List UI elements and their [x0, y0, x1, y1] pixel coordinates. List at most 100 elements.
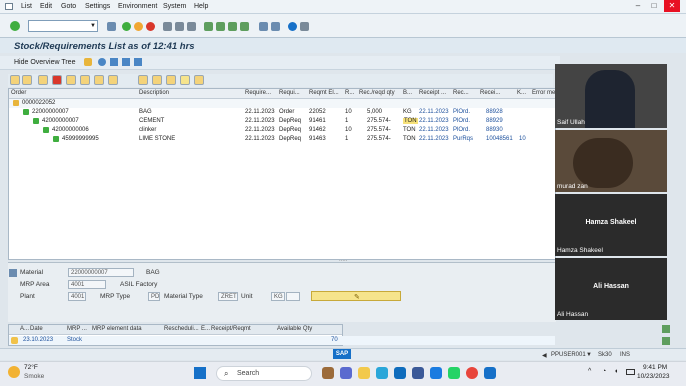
scroll-down-icon[interactable] — [662, 337, 670, 345]
maximize-icon[interactable]: □ — [646, 0, 662, 12]
last-page-icon[interactable] — [240, 22, 249, 31]
bcol-date[interactable]: Date — [30, 326, 43, 332]
find-icon[interactable] — [175, 22, 184, 31]
filter-tree-icon[interactable] — [80, 75, 90, 85]
col-rec[interactable]: Rec... — [453, 90, 469, 96]
whatsapp-icon[interactable] — [448, 367, 460, 379]
file-explorer-icon[interactable] — [358, 367, 370, 379]
material-type-field[interactable]: ZRET — [218, 292, 238, 301]
col-requirement-date[interactable]: Require... — [245, 90, 271, 96]
mrp-area-field[interactable]: 4001 — [68, 280, 106, 289]
tree-node-icon[interactable] — [13, 100, 19, 106]
filter-icon[interactable] — [110, 58, 118, 66]
col-unit[interactable]: B... — [403, 90, 412, 96]
bottom-table-row[interactable]: 23.10.2023 Stock 70 — [9, 336, 555, 345]
edit-button[interactable]: ✎ — [311, 291, 401, 301]
hide-overview-tree-button[interactable]: Hide Overview Tree — [14, 59, 75, 66]
chrome-icon[interactable] — [466, 367, 478, 379]
first-page-icon[interactable] — [204, 22, 213, 31]
scroll-right-icon[interactable] — [662, 325, 670, 333]
volume-icon[interactable]: ◖ — [614, 368, 618, 375]
col-qty[interactable]: Rec./reqd qty — [359, 90, 395, 96]
cancel-icon[interactable] — [146, 22, 155, 31]
task-view-icon[interactable] — [322, 367, 334, 379]
prev-page-icon[interactable] — [216, 22, 225, 31]
bcol-rescheduling[interactable]: Rescheduli... — [164, 326, 199, 332]
exit-icon[interactable] — [134, 22, 143, 31]
meet-icon[interactable] — [340, 367, 352, 379]
sort-icon[interactable] — [66, 75, 76, 85]
windows-start-icon[interactable] — [194, 367, 206, 379]
col-k[interactable]: K... — [517, 90, 526, 96]
layout-icon[interactable] — [300, 22, 309, 31]
battery-icon[interactable] — [626, 369, 635, 375]
outlook-icon[interactable] — [394, 367, 406, 379]
order-report-icon[interactable] — [38, 75, 48, 85]
clock-date[interactable]: 10/23/2023 — [637, 373, 670, 380]
save-icon[interactable] — [107, 22, 116, 31]
status-dropdown-icon[interactable]: ▼ — [586, 352, 592, 358]
print-tree-icon[interactable] — [138, 75, 148, 85]
table-row[interactable]: 45999999995 LIME STONE 22.11.2023 DepReq 914… — [9, 135, 555, 144]
table-row[interactable]: 0000022052 — [9, 99, 555, 108]
expand-icon[interactable] — [10, 75, 20, 85]
store-icon[interactable] — [412, 367, 424, 379]
status-arrow-icon[interactable]: ◀ — [542, 352, 547, 359]
shortcut-icon[interactable] — [271, 22, 280, 31]
bcol-available-qty[interactable]: Available Qty — [277, 326, 312, 332]
weather-icon[interactable] — [8, 366, 20, 378]
help-icon[interactable] — [288, 22, 297, 31]
unit-field[interactable]: KG — [271, 292, 285, 301]
summary-icon[interactable] — [94, 75, 104, 85]
sap-logon-icon[interactable] — [484, 367, 496, 379]
clock-time[interactable]: 9:41 PM — [643, 364, 667, 371]
back-icon[interactable] — [122, 22, 131, 31]
col-requirement-type[interactable]: Requi... — [279, 90, 300, 96]
menu-environment[interactable]: Environment — [118, 3, 157, 10]
table-row[interactable]: 42000000006 clinker 22.11.2023 DepReq 91462 1… — [9, 126, 555, 135]
menu-system[interactable]: System — [163, 3, 186, 10]
dropdown-icon[interactable]: ▼ — [90, 23, 96, 29]
detail-icon[interactable] — [108, 75, 118, 85]
tree-node-icon[interactable] — [53, 136, 59, 142]
col-receipt-date[interactable]: Receipt ... — [419, 90, 446, 96]
mrp-type-field[interactable]: PD — [148, 292, 160, 301]
zoom-icon[interactable] — [430, 367, 442, 379]
plant-field[interactable]: 4001 — [68, 292, 86, 301]
next-page-icon[interactable] — [228, 22, 237, 31]
bcol-mrp[interactable]: MRP ... — [67, 326, 87, 332]
bcol-a[interactable]: A... — [20, 326, 29, 332]
col-reqmt-element[interactable]: Reqmt El... — [309, 90, 339, 96]
menu-edit[interactable]: Edit — [40, 3, 52, 10]
col-recei[interactable]: Recei... — [480, 90, 500, 96]
tray-chevron-icon[interactable]: ^ — [588, 368, 591, 375]
find-next-icon[interactable] — [187, 22, 196, 31]
enter-icon[interactable] — [10, 21, 20, 31]
wifi-icon[interactable]: ◔ — [602, 368, 606, 375]
collapse-icon[interactable] — [22, 75, 32, 85]
table-row[interactable]: 42000000007 CEMENT 22.11.2023 DepReq 91461 1 2… — [9, 117, 555, 126]
sap-menu-icon[interactable] — [5, 3, 13, 10]
material-field[interactable]: 22000000007 — [68, 268, 134, 277]
col-order[interactable]: Order — [11, 90, 26, 96]
menu-help[interactable]: Help — [194, 3, 208, 10]
edge-icon[interactable] — [376, 367, 388, 379]
unit-field-extra[interactable] — [286, 292, 300, 301]
grid-icon[interactable] — [194, 75, 204, 85]
col-r[interactable]: R... — [345, 90, 354, 96]
info-icon[interactable] — [98, 58, 106, 66]
command-field[interactable] — [28, 20, 98, 32]
close-icon[interactable]: ✕ — [664, 0, 680, 12]
menu-goto[interactable]: Goto — [61, 3, 76, 10]
tree-node-icon[interactable] — [33, 118, 39, 124]
columns-icon[interactable] — [180, 75, 190, 85]
table-row[interactable]: 22000000007 BAG 22.11.2023 Order 22052 10 5,00… — [9, 108, 555, 117]
menu-list[interactable]: List — [21, 3, 32, 10]
refresh-icon[interactable] — [134, 58, 142, 66]
tree-node-icon[interactable] — [43, 127, 49, 133]
settings-icon[interactable] — [122, 58, 130, 66]
print-icon[interactable] — [163, 22, 172, 31]
col-description[interactable]: Description — [139, 90, 169, 96]
menu-settings[interactable]: Settings — [85, 3, 110, 10]
tree-node-icon[interactable] — [23, 109, 29, 115]
